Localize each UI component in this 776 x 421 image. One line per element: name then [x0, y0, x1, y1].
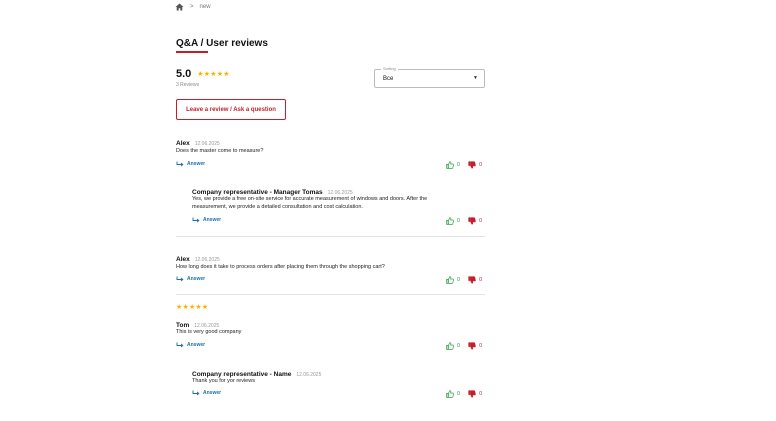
answer-link[interactable]: Answer — [176, 276, 205, 282]
reply-arrow-icon — [192, 390, 200, 396]
reply-date: 12.06.2025 — [296, 372, 322, 378]
vote-controls: 0 0 — [446, 217, 482, 225]
review-text: How long does it take to process orders … — [176, 264, 385, 270]
like-count: 0 — [457, 162, 461, 168]
dislike-button[interactable]: 0 — [468, 390, 482, 398]
sorting-label: Sorting — [381, 66, 398, 71]
thumbs-up-icon — [446, 342, 454, 350]
thumbs-up-icon — [446, 161, 454, 169]
like-button[interactable]: 0 — [446, 390, 460, 398]
answer-label: Answer — [187, 161, 206, 167]
sorting-select[interactable]: Sorting Все ▼ — [374, 66, 485, 88]
breadcrumb-separator: > — [190, 4, 194, 10]
review-author: Alex — [176, 140, 190, 147]
answer-label: Answer — [187, 342, 206, 348]
dislike-button[interactable]: 0 — [468, 342, 482, 350]
dislike-button[interactable]: 0 — [468, 217, 482, 225]
title-underline — [176, 51, 208, 53]
vote-controls: 0 0 — [446, 161, 482, 169]
thumbs-down-icon — [468, 276, 476, 284]
rating-value: 5.0 — [176, 68, 192, 80]
caret-down-icon: ▼ — [473, 75, 478, 81]
breadcrumb: > new — [175, 3, 211, 11]
vote-controls: 0 0 — [446, 276, 482, 284]
thumbs-down-icon — [468, 342, 476, 350]
answer-label: Answer — [203, 390, 222, 396]
home-icon[interactable] — [175, 3, 184, 11]
like-button[interactable]: 0 — [446, 217, 460, 225]
reply-arrow-icon — [176, 161, 184, 167]
thumbs-down-icon — [468, 161, 476, 169]
divider — [176, 294, 485, 295]
vote-controls: 0 0 — [446, 342, 482, 350]
thumbs-up-icon — [446, 217, 454, 225]
like-count: 0 — [457, 391, 461, 397]
breadcrumb-current: new — [199, 4, 211, 10]
thumbs-down-icon — [468, 390, 476, 398]
like-button[interactable]: 0 — [446, 276, 460, 284]
sorting-value: Все — [383, 76, 394, 82]
dislike-count: 0 — [479, 218, 483, 224]
answer-link[interactable]: Answer — [176, 342, 205, 348]
reply-text-line: measurement, we provide a detailed consu… — [192, 204, 363, 210]
dislike-count: 0 — [479, 391, 483, 397]
like-count: 0 — [457, 218, 461, 224]
thumbs-down-icon — [468, 217, 476, 225]
dislike-button[interactable]: 0 — [468, 276, 482, 284]
vote-controls: 0 0 — [446, 390, 482, 398]
dislike-button[interactable]: 0 — [468, 161, 482, 169]
reply-arrow-icon — [176, 342, 184, 348]
thumbs-up-icon — [446, 276, 454, 284]
page-title: Q&A / User reviews — [176, 38, 268, 49]
answer-label: Answer — [203, 217, 222, 223]
answer-link[interactable]: Answer — [176, 161, 205, 167]
leave-review-button[interactable]: Leave a review / Ask a question — [176, 99, 286, 120]
review-author: Alex — [176, 256, 190, 263]
answer-link[interactable]: Answer — [192, 390, 221, 396]
reply-text: Thank you for yor reviews — [192, 378, 255, 384]
reply-arrow-icon — [192, 217, 200, 223]
dislike-count: 0 — [479, 162, 483, 168]
answer-link[interactable]: Answer — [192, 217, 221, 223]
dislike-count: 0 — [479, 277, 483, 283]
like-count: 0 — [457, 277, 461, 283]
rating-summary: 5.0 ★★★★★ — [176, 68, 230, 80]
like-count: 0 — [457, 343, 461, 349]
dislike-count: 0 — [479, 343, 483, 349]
review-text: This is very good company — [176, 329, 242, 335]
divider — [176, 236, 485, 237]
thumbs-up-icon — [446, 390, 454, 398]
review-text: Does the master come to measure? — [176, 148, 264, 154]
rating-stars: ★★★★★ — [197, 71, 230, 78]
answer-label: Answer — [187, 276, 206, 282]
reviews-count: 3 Reviews — [176, 82, 200, 88]
like-button[interactable]: 0 — [446, 342, 460, 350]
reply-arrow-icon — [176, 276, 184, 282]
like-button[interactable]: 0 — [446, 161, 460, 169]
review-stars: ★★★★★ — [176, 304, 209, 311]
